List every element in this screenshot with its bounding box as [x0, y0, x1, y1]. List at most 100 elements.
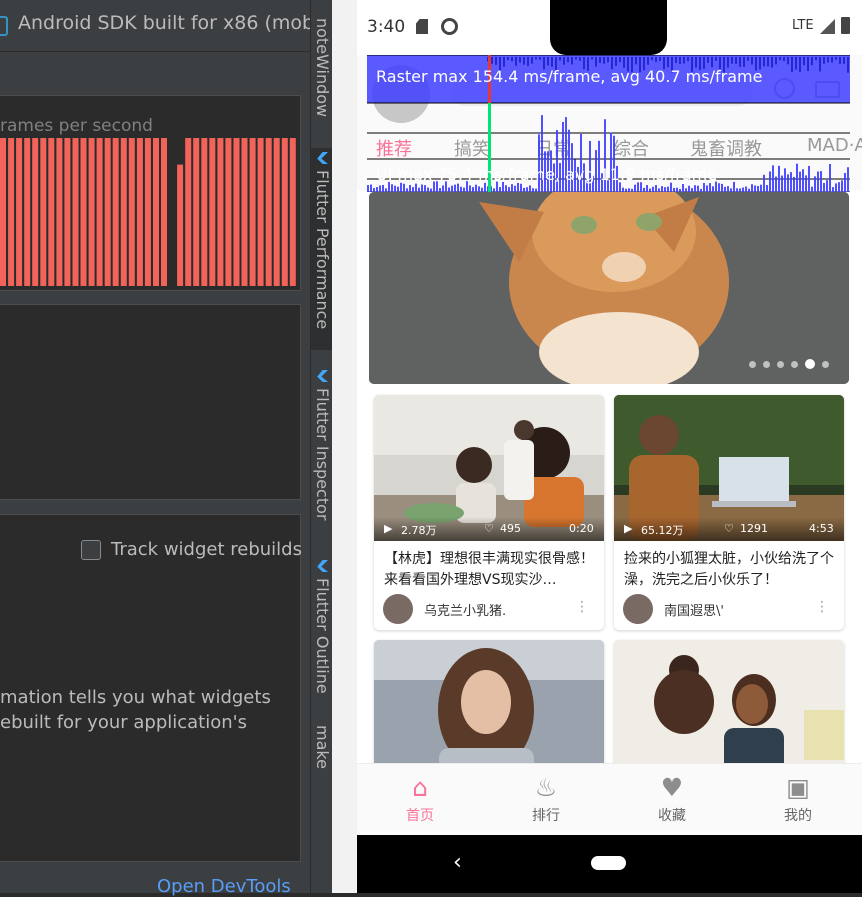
ui-frame-bar	[382, 184, 384, 192]
nav-home[interactable]: ⌂ 首页	[357, 764, 483, 836]
raster-frame-bar	[491, 57, 493, 64]
view-count: 2.78万	[401, 524, 437, 537]
ui-frame-bar	[790, 172, 792, 192]
performance-overlay: Raster max 154.4 ms/frame, avg 40.7 ms/f…	[367, 54, 850, 193]
ui-frame-bar	[772, 165, 774, 192]
ui-frame-bar	[814, 176, 816, 192]
video-card[interactable]	[614, 640, 844, 770]
tool-tab-flutter-outline[interactable]: Flutter Outline	[311, 556, 333, 694]
sim-card-icon	[416, 19, 428, 34]
nav-label: 排行	[532, 808, 560, 824]
banner-carousel[interactable]	[369, 192, 849, 384]
signal-icon	[820, 19, 835, 34]
video-title: 捡来的小狐狸太脏，小伙给洗了个澡，洗完之后小伙乐了！	[624, 551, 834, 588]
video-card[interactable]: ▶ 2.78万 ♡ 495 0:20 【林虎】理想很丰满现实很骨感！来看看国外理…	[374, 395, 604, 630]
ui-frame-bar	[682, 184, 684, 192]
carousel-dot[interactable]	[763, 360, 770, 368]
video-card[interactable]: ▶ 65.12万 ♡ 1291 4:53 捡来的小狐狸太脏，小伙给洗了个澡，洗完…	[614, 395, 844, 630]
carousel-dot[interactable]	[791, 360, 798, 368]
carousel-dot[interactable]	[749, 360, 756, 368]
fps-bar	[185, 138, 192, 286]
raster-frame-bar	[779, 57, 781, 61]
fps-bar	[209, 138, 216, 286]
ui-frame-bar	[520, 183, 522, 192]
open-devtools-link[interactable]: Open DevTools	[157, 876, 291, 897]
flutter-icon	[317, 370, 328, 382]
bottom-navigation: ⌂ 首页 ♨ 排行 ♥ 收藏 ▣ 我的	[357, 763, 862, 835]
raster-frame-bar	[791, 57, 793, 72]
ui-frame-bar	[367, 185, 369, 192]
raster-frame-bar	[571, 57, 573, 65]
ui-frame-bar	[766, 184, 768, 192]
raster-frame-bar	[579, 57, 581, 61]
tool-tab-label: Flutter Inspector	[313, 388, 332, 521]
view-count: 65.12万	[641, 524, 684, 537]
fps-bar	[289, 138, 296, 286]
nav-label: 首页	[406, 808, 434, 824]
raster-frame-bar	[595, 57, 597, 67]
track-widget-rebuilds-checkbox[interactable]	[81, 540, 101, 560]
tool-window-strip: noteWindow Flutter Performance Flutter I…	[310, 0, 333, 893]
ui-frame-bar	[391, 184, 393, 192]
video-card[interactable]	[374, 640, 604, 770]
device-title[interactable]: Android SDK built for x86 (mobile	[18, 12, 310, 34]
raster-frame-bar	[607, 57, 609, 63]
raster-frame-bar	[647, 57, 649, 65]
carousel-dot[interactable]	[822, 360, 829, 368]
ui-frame-bar	[817, 171, 819, 192]
memory-panel	[0, 304, 301, 500]
ui-frame-bar	[694, 185, 696, 192]
ui-frame-bar	[802, 169, 804, 192]
carousel-dot[interactable]	[777, 360, 784, 368]
back-icon[interactable]: ‹	[453, 850, 462, 875]
nav-ranking[interactable]: ♨ 排行	[483, 764, 609, 836]
fps-bar	[48, 138, 55, 286]
fps-bar	[249, 138, 256, 286]
home-gesture-pill[interactable]	[591, 856, 626, 870]
ui-frame-bar	[721, 183, 723, 192]
raster-frame-bar	[551, 57, 553, 67]
tool-tab-flutter-inspector[interactable]: Flutter Inspector	[311, 366, 333, 520]
fps-bar	[64, 138, 71, 286]
ui-frame-bar	[424, 185, 426, 192]
fps-bar	[161, 138, 167, 286]
ui-frame-bar	[421, 184, 423, 192]
raster-frame-bar	[507, 57, 509, 61]
video-stats: ▶ 2.78万 ♡ 495 0:20	[374, 517, 604, 541]
more-options-icon[interactable]: ⋮	[815, 599, 829, 615]
nav-mine[interactable]: ▣ 我的	[735, 764, 861, 836]
raster-frame-bar	[715, 57, 717, 61]
raster-frame-bar	[635, 57, 637, 65]
carousel-dot[interactable]	[805, 359, 815, 369]
raster-frame-bar	[727, 57, 729, 68]
raster-frame-bar	[683, 57, 685, 64]
raster-frame-bar	[651, 57, 653, 61]
author-name[interactable]: 南国遐思\'	[664, 600, 724, 619]
status-time: 3:40	[367, 17, 406, 37]
raster-frame-bar	[547, 57, 549, 66]
raster-frame-bar	[515, 57, 517, 66]
ui-frame-bar	[751, 184, 753, 192]
network-type: LTE	[792, 18, 814, 33]
raster-frame-bar	[731, 57, 733, 64]
author-name[interactable]: 乌克兰小乳猪.	[424, 600, 506, 619]
raster-frame-bar	[503, 57, 505, 67]
fps-bar	[281, 138, 288, 286]
author-avatar[interactable]	[383, 594, 413, 624]
heart-icon: ♥	[660, 773, 684, 802]
raster-stats-label: Raster max 154.4 ms/frame, avg 40.7 ms/f…	[376, 67, 763, 86]
fps-bar	[217, 138, 224, 286]
fps-bar	[257, 138, 264, 286]
tool-tab-flutter-performance[interactable]: Flutter Performance	[311, 148, 333, 350]
device-selector-bar[interactable]: Android SDK built for x86 (mobile	[0, 0, 310, 52]
raster-frame-bar	[675, 57, 677, 63]
video-title: 【林虎】理想很丰满现实很骨感！来看看国外理想VS现实沙…	[384, 551, 594, 588]
phone-screen: 3:40 LTE 推荐 搞笑 日常 综合 鬼畜调教 MAD·A Raster m…	[357, 0, 862, 893]
tool-tab-note-window[interactable]: noteWindow	[311, 18, 333, 117]
nav-favorites[interactable]: ♥ 收藏	[609, 764, 735, 836]
author-avatar[interactable]	[623, 594, 653, 624]
more-options-icon[interactable]: ⋮	[575, 599, 589, 615]
tool-tab-make[interactable]: make	[311, 725, 333, 769]
raster-frame-bar	[735, 57, 737, 64]
sync-icon	[441, 18, 458, 35]
